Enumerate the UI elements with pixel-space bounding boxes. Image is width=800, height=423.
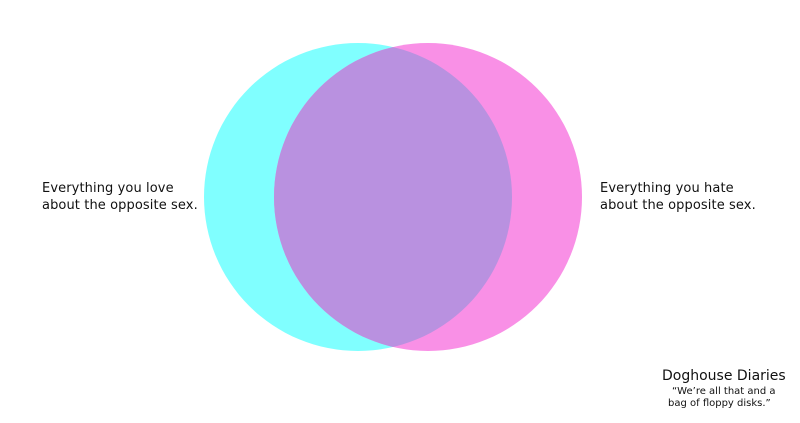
love-label: Everything you love about the opposite s… — [42, 180, 198, 214]
hate-label: Everything you hate about the opposite s… — [600, 180, 756, 214]
hate-label-line-1: Everything you hate — [600, 181, 734, 196]
credit-tagline-line-2: bag of floppy disks.” — [668, 398, 771, 409]
hate-label-line-2: about the opposite sex. — [600, 198, 756, 213]
comic-panel: Everything you love about the opposite s… — [0, 0, 800, 423]
credit-block: Doghouse Diaries “We’re all that and a b… — [662, 368, 792, 410]
credit-tagline-line-1: “We’re all that and a — [672, 386, 776, 397]
credit-title: Doghouse Diaries — [662, 368, 786, 384]
love-label-line-2: about the opposite sex. — [42, 198, 198, 213]
love-label-line-1: Everything you love — [42, 181, 174, 196]
credit-tagline: “We’re all that and a bag of floppy disk… — [662, 386, 792, 410]
